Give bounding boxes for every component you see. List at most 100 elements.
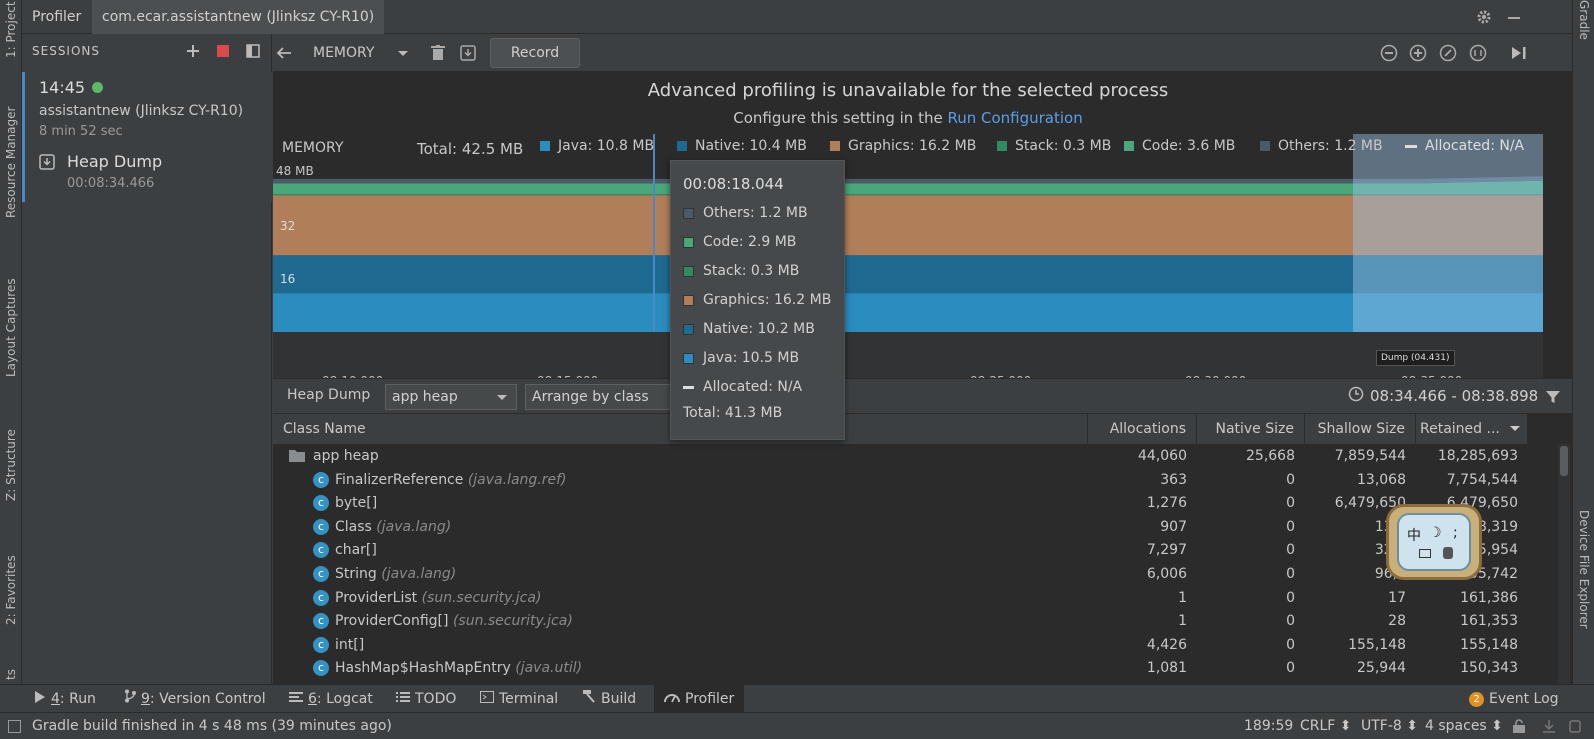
tool-tab-resource-manager[interactable]: Resource Manager bbox=[0, 92, 22, 232]
heap-dump-toolbar: Heap Dump app heap Arrange by class 08:3… bbox=[273, 378, 1572, 414]
gear-icon[interactable] bbox=[1474, 7, 1494, 27]
tooltip-label: Code: 2.9 MB bbox=[703, 234, 797, 250]
legend-stack: Stack: 0.3 MB bbox=[997, 138, 1111, 154]
tooltip-swatch bbox=[683, 385, 694, 389]
table-row[interactable]: cClass (java.lang)9070130,28,319 bbox=[273, 515, 1553, 539]
cell-retained-size: 150,343 bbox=[1460, 660, 1518, 677]
col-native-size[interactable]: Native Size bbox=[1197, 414, 1305, 444]
cell-shallow-size: 155,148 bbox=[1348, 636, 1406, 653]
profiling-banner: Advanced profiling is unavailable for th… bbox=[273, 72, 1572, 134]
table-row[interactable]: c FinalizerReference (java.lang.ref) 363 0 1… bbox=[273, 468, 1553, 492]
stop-session-icon[interactable] bbox=[214, 42, 232, 60]
table-scrollbar[interactable] bbox=[1558, 444, 1570, 684]
cell-retained-size: 7,754,544 bbox=[1446, 471, 1518, 488]
cell-native-size: 0 bbox=[1286, 471, 1295, 488]
tool-windows-icon[interactable] bbox=[8, 720, 21, 737]
tab-process[interactable]: com.ecar.assistantnew (Jlinksz CY-R10) bbox=[92, 0, 385, 34]
keyboard-icon bbox=[1419, 549, 1431, 558]
zoom-in-icon[interactable] bbox=[1407, 42, 1429, 64]
tooltip-swatch bbox=[683, 265, 694, 277]
download-icon[interactable] bbox=[1542, 719, 1556, 738]
table-row[interactable]: c ProviderList (sun.security.jca) 1 0 17 161,… bbox=[273, 586, 1553, 610]
cell-allocations: 1 bbox=[1178, 613, 1187, 630]
heap-dump-artifact[interactable]: Heap Dump 00:08:34.466 bbox=[39, 152, 269, 196]
tab-terminal[interactable]: Terminal bbox=[480, 685, 558, 713]
table-row[interactable]: c ProviderConfig[] (sun.security.jca) 1 0 28… bbox=[273, 609, 1553, 633]
class-icon: c bbox=[313, 518, 329, 535]
zoom-out-icon[interactable] bbox=[1378, 42, 1400, 64]
tool-tab-favorites[interactable]: 2: Favorites bbox=[0, 540, 22, 640]
tab-profiler-active[interactable]: Profiler bbox=[654, 685, 745, 713]
tooltip-swatch bbox=[683, 207, 694, 219]
collapse-panel-icon[interactable] bbox=[244, 42, 262, 60]
add-session-icon[interactable] bbox=[184, 42, 202, 60]
chevron-down-icon bbox=[397, 42, 409, 71]
file-encoding[interactable]: UTF-8 ⬍ bbox=[1361, 718, 1418, 734]
tool-tab-layout-captures[interactable]: Layout Captures bbox=[0, 268, 22, 388]
tool-tab-label: Device File Explorer bbox=[1577, 510, 1591, 629]
table-row[interactable]: cString (java.lang)6,006096,055,742 bbox=[273, 562, 1553, 586]
cell-allocations: 6,006 bbox=[1146, 566, 1187, 582]
tooltip-item: Code: 2.9 MB bbox=[683, 234, 796, 250]
class-table: Class Name Allocations Native Size Shall… bbox=[273, 414, 1572, 684]
cell-native-size: 0 bbox=[1286, 660, 1295, 677]
export-icon[interactable] bbox=[458, 42, 478, 64]
legend-swatch bbox=[1405, 144, 1417, 148]
arrange-select[interactable]: Arrange by class bbox=[525, 384, 675, 410]
profiler-select[interactable]: MEMORY bbox=[313, 42, 413, 64]
tab-logcat[interactable]: 6: Logcat bbox=[289, 685, 373, 713]
reset-zoom-icon[interactable] bbox=[1437, 42, 1459, 64]
table-row[interactable]: c byte[] 1,276 0 6,479,650 6,479,650 bbox=[273, 491, 1553, 515]
session-device: assistantnew (Jlinksz CY-R10) bbox=[39, 103, 244, 119]
status-message[interactable]: Gradle build finished in 4 s 48 ms (39 m… bbox=[32, 718, 392, 734]
col-retained-size[interactable]: Retained ... bbox=[1416, 414, 1528, 444]
back-arrow-icon[interactable] bbox=[273, 42, 295, 64]
legend-swatch bbox=[997, 141, 1007, 151]
banner-title: Advanced profiling is unavailable for th… bbox=[647, 80, 1169, 101]
cell-shallow-size: 25,944 bbox=[1357, 660, 1406, 677]
minimize-icon[interactable] bbox=[1504, 7, 1524, 27]
event-log-button[interactable]: 2 Event Log bbox=[1469, 685, 1559, 713]
tool-tab-structure[interactable]: Z: Structure bbox=[0, 418, 22, 513]
notifications-icon[interactable] bbox=[1568, 719, 1582, 738]
delete-icon[interactable] bbox=[428, 42, 448, 64]
go-live-icon[interactable] bbox=[1508, 42, 1530, 64]
tab-version-control[interactable]: 9: Version Control bbox=[124, 685, 266, 713]
table-row[interactable]: cchar[] 7,2970325,5,954 bbox=[273, 538, 1553, 562]
tool-tab-device-file-explorer[interactable]: Device File Explorer bbox=[1573, 510, 1594, 660]
cell-native-size: 0 bbox=[1286, 495, 1295, 512]
tab-build[interactable]: Build bbox=[582, 685, 636, 713]
col-shallow-size[interactable]: Shallow Size bbox=[1305, 414, 1416, 444]
tool-tab-gradle[interactable]: Gradle bbox=[1573, 0, 1594, 40]
ime-overlay-widget[interactable]: 中 ☽ ; bbox=[1386, 504, 1482, 580]
tab-profiler[interactable]: Profiler bbox=[22, 0, 91, 34]
session-item[interactable]: 14:45 assistantnew (Jlinksz CY-R10) 8 mi… bbox=[22, 72, 272, 202]
heap-select[interactable]: app heap bbox=[385, 384, 517, 410]
indent-setting[interactable]: 4 spaces ⬍ bbox=[1425, 718, 1503, 734]
table-row[interactable]: c HashMap$HashMapEntry (java.util) 1,081 0 2… bbox=[273, 656, 1553, 680]
legend-swatch bbox=[677, 141, 687, 151]
run-configuration-link[interactable]: Run Configuration bbox=[947, 109, 1082, 127]
tool-tab-project[interactable]: 1: Project bbox=[0, 0, 22, 60]
col-allocations[interactable]: Allocations bbox=[1088, 414, 1197, 444]
line-separator[interactable]: CRLF ⬍ bbox=[1300, 718, 1352, 734]
tab-run[interactable]: 4: Run bbox=[34, 685, 96, 713]
class-name-cell: Class (java.lang) bbox=[335, 515, 451, 539]
tab-todo[interactable]: TODO bbox=[396, 685, 456, 713]
table-row[interactable]: app heap 44,060 25,668 7,859,544 18,285,693 bbox=[273, 444, 1553, 468]
cell-shallow-size: 28 bbox=[1388, 613, 1406, 630]
tool-tab-variants[interactable]: ts bbox=[0, 665, 22, 685]
record-button[interactable]: Record bbox=[490, 38, 580, 68]
cell-native-size: 0 bbox=[1286, 518, 1295, 535]
memory-chart[interactable] bbox=[273, 134, 1572, 378]
dump-marker-label[interactable]: Dump (04.431) bbox=[1376, 350, 1455, 366]
table-row[interactable]: c int[] 4,426 0 155,148 155,148 bbox=[273, 633, 1553, 657]
scrollbar-thumb[interactable] bbox=[1560, 446, 1568, 476]
filter-icon[interactable] bbox=[1543, 387, 1563, 407]
class-icon: c bbox=[313, 660, 329, 677]
caret-position[interactable]: 189:59 bbox=[1244, 718, 1293, 734]
tooltip-swatch bbox=[683, 352, 694, 364]
heap-dump-selection-range[interactable] bbox=[1353, 134, 1543, 332]
zoom-to-selection-icon[interactable] bbox=[1467, 42, 1489, 64]
lock-icon[interactable] bbox=[1512, 719, 1526, 738]
